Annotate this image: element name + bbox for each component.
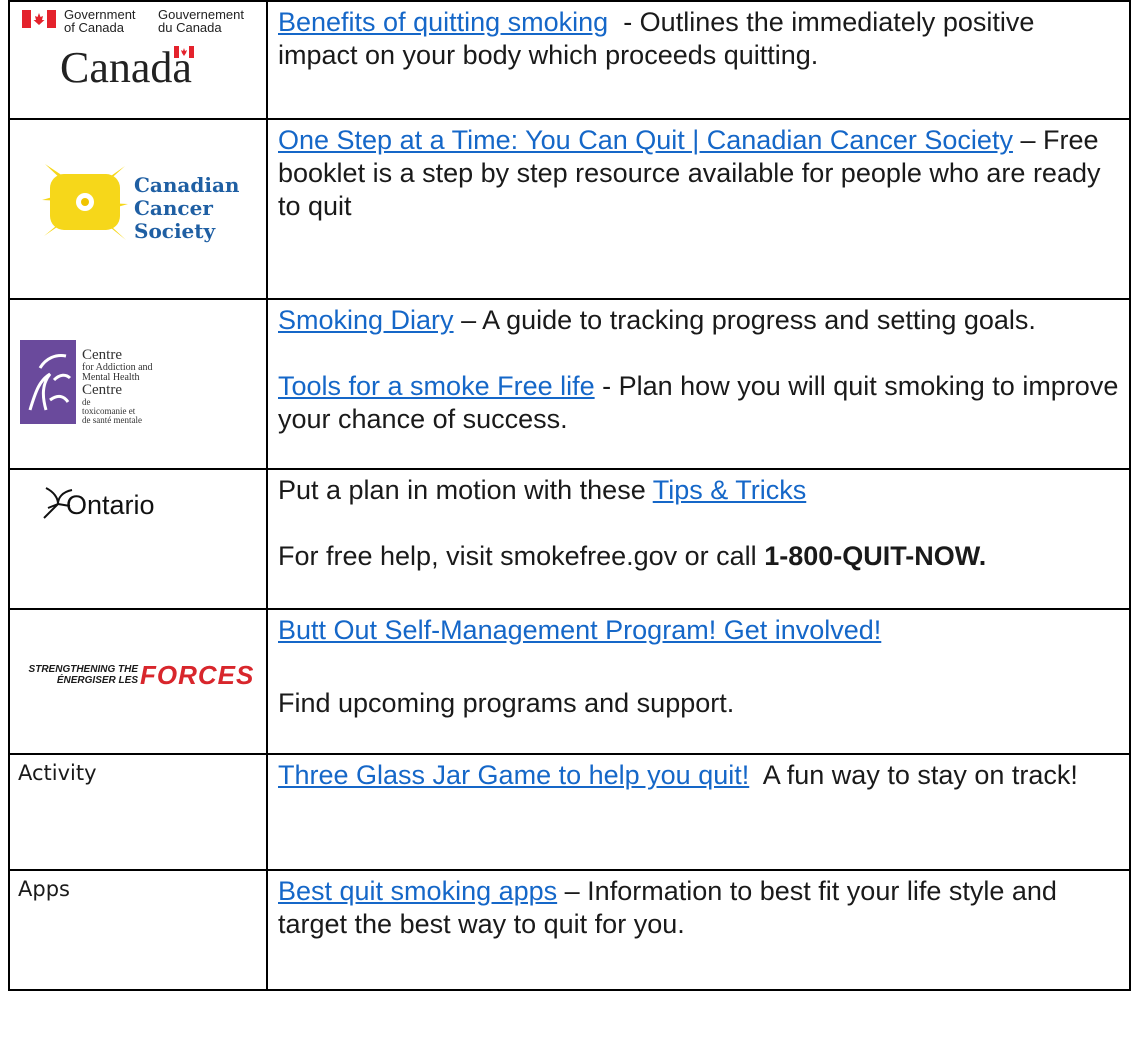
camh-line-7: de santé mentale (82, 415, 142, 425)
camh-line-1: Centre (82, 347, 122, 363)
table-row: Government of Canada Gouvernement du Can… (8, 0, 1131, 120)
wordmark-flag-icon (173, 46, 194, 58)
strengthening-the-forces-logo: STRENGTHENING THE ÉNERGISER LES FORCES (10, 610, 266, 751)
daffodil-icon (40, 156, 130, 248)
canadian-cancer-society-logo: Canadian Cancer Society (10, 120, 266, 296)
description-text: Find upcoming programs and support. (278, 688, 735, 718)
canada-wordmark: Canada (60, 43, 192, 92)
description-text: Put a plan in motion with these (278, 475, 653, 505)
table-row: Apps Best quit smoking apps – Informatio… (8, 869, 1131, 991)
three-glass-jar-game-link[interactable]: Three Glass Jar Game to help you quit! (278, 760, 749, 790)
description-text: A fun way to stay on track! (749, 760, 1078, 790)
logo-cell: Canadian Cancer Society (8, 118, 268, 300)
stf-line-1: STRENGTHENING THE (28, 664, 138, 675)
table-row: Activity Three Glass Jar Game to help yo… (8, 753, 1131, 871)
smoking-diary-link[interactable]: Smoking Diary (278, 305, 454, 335)
free-help-text: For free help, visit smokefree.gov or ca… (278, 541, 765, 571)
description-cell: Smoking Diary – A guide to tracking prog… (266, 298, 1131, 470)
description-cell: One Step at a Time: You Can Quit | Canad… (266, 118, 1131, 300)
description-cell: Three Glass Jar Game to help you quit! A… (266, 753, 1131, 871)
tools-for-smoke-free-life-link[interactable]: Tools for a smoke Free life (278, 371, 595, 401)
canada-flag-icon (22, 10, 56, 28)
logo-cell: STRENGTHENING THE ÉNERGISER LES FORCES (8, 608, 268, 755)
quitline-number: 1-800-QUIT-NOW. (764, 541, 987, 571)
description-cell: Best quit smoking apps – Information to … (266, 869, 1131, 991)
gov-line-fr-2: du Canada (158, 20, 222, 35)
ccs-line-1: Canadian (134, 173, 240, 197)
best-quit-smoking-apps-link[interactable]: Best quit smoking apps (278, 876, 557, 906)
benefits-of-quitting-link[interactable]: Benefits of quitting smoking (278, 7, 608, 37)
category-label: Activity (8, 753, 268, 871)
table-row: Canadian Cancer Society One Step at a Ti… (8, 118, 1131, 300)
description-text: – A guide to tracking progress and setti… (453, 305, 1036, 335)
gov-line-en-2: of Canada (64, 20, 124, 35)
ccs-line-3: Society (134, 219, 216, 243)
category-label: Apps (8, 869, 268, 991)
logo-cell: Ontario (8, 468, 268, 610)
camh-figure-icon (20, 340, 76, 424)
government-of-canada-logo: Government of Canada Gouvernement du Can… (10, 2, 266, 116)
stf-line-2: ÉNERGISER LES (56, 675, 138, 686)
camh-logo: Centre for Addiction and Mental Health C… (10, 300, 266, 466)
tips-and-tricks-link[interactable]: Tips & Tricks (653, 475, 807, 505)
table-row: Ontario Put a plan in motion with these … (8, 468, 1131, 610)
one-step-at-a-time-link[interactable]: One Step at a Time: You Can Quit | Canad… (278, 125, 1013, 155)
ccs-line-2: Cancer (134, 196, 213, 220)
logo-cell: Centre for Addiction and Mental Health C… (8, 298, 268, 470)
description-cell: Put a plan in motion with these Tips & T… (266, 468, 1131, 610)
description-cell: Benefits of quitting smoking - Outlines … (266, 0, 1131, 120)
table-row: Centre for Addiction and Mental Health C… (8, 298, 1131, 470)
description-cell: Butt Out Self-Management Program! Get in… (266, 608, 1131, 755)
table-row: STRENGTHENING THE ÉNERGISER LES FORCES B… (8, 608, 1131, 755)
forces-word: FORCES (140, 660, 255, 690)
resources-table: Government of Canada Gouvernement du Can… (8, 0, 1131, 991)
ontario-wordmark: Ontario (66, 490, 155, 520)
butt-out-program-link[interactable]: Butt Out Self-Management Program! Get in… (278, 615, 881, 645)
ontario-logo: Ontario (10, 470, 266, 606)
camh-line-4: Centre (82, 382, 122, 398)
logo-cell: Government of Canada Gouvernement du Can… (8, 0, 268, 120)
